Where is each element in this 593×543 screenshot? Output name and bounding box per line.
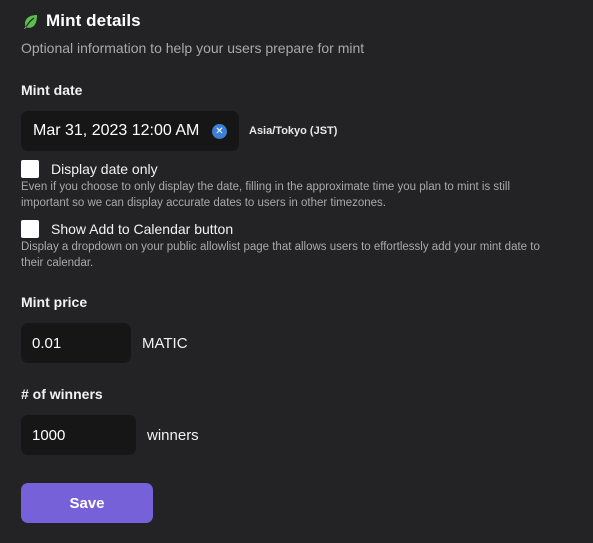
winners-input[interactable]: 1000	[21, 415, 136, 455]
mint-price-unit: MATIC	[142, 334, 188, 352]
display-date-only-label[interactable]: Display date only	[51, 161, 158, 177]
mint-price-row: 0.01 MATIC	[21, 323, 188, 363]
mint-price-value: 0.01	[32, 334, 62, 352]
add-to-calendar-row: Show Add to Calendar button	[21, 220, 233, 238]
timezone-label: Asia/Tokyo (JST)	[249, 125, 338, 137]
winners-label: # of winners	[21, 386, 103, 402]
add-to-calendar-label[interactable]: Show Add to Calendar button	[51, 221, 233, 237]
mint-date-input[interactable]: Mar 31, 2023 12:00 AM ✕	[21, 111, 239, 151]
mint-date-value: Mar 31, 2023 12:00 AM	[33, 122, 200, 139]
mint-price-input[interactable]: 0.01	[21, 323, 131, 363]
add-to-calendar-help: Display a dropdown on your public allowl…	[21, 241, 540, 269]
close-icon[interactable]: ✕	[212, 123, 227, 139]
display-date-only-checkbox[interactable]	[21, 160, 39, 178]
winners-unit: winners	[147, 426, 199, 444]
mint-price-label: Mint price	[21, 294, 88, 310]
leaf-icon	[23, 14, 38, 29]
winners-row: 1000 winners	[21, 415, 199, 455]
section-header: Mint details	[23, 11, 572, 31]
display-date-only-help: Even if you choose to only display the d…	[21, 181, 511, 209]
section-title: Mint details	[46, 11, 141, 30]
winners-value: 1000	[32, 426, 66, 444]
add-to-calendar-checkbox[interactable]	[21, 220, 39, 238]
mint-details-panel: Mint details Optional information to hel…	[0, 0, 593, 543]
section-subtitle: Optional information to help your users …	[21, 40, 365, 56]
mint-date-label: Mint date	[21, 82, 83, 98]
save-button[interactable]: Save	[21, 483, 153, 523]
mint-date-row: Mar 31, 2023 12:00 AM ✕ Asia/Tokyo (JST)	[21, 111, 337, 151]
display-date-only-row: Display date only	[21, 160, 158, 178]
